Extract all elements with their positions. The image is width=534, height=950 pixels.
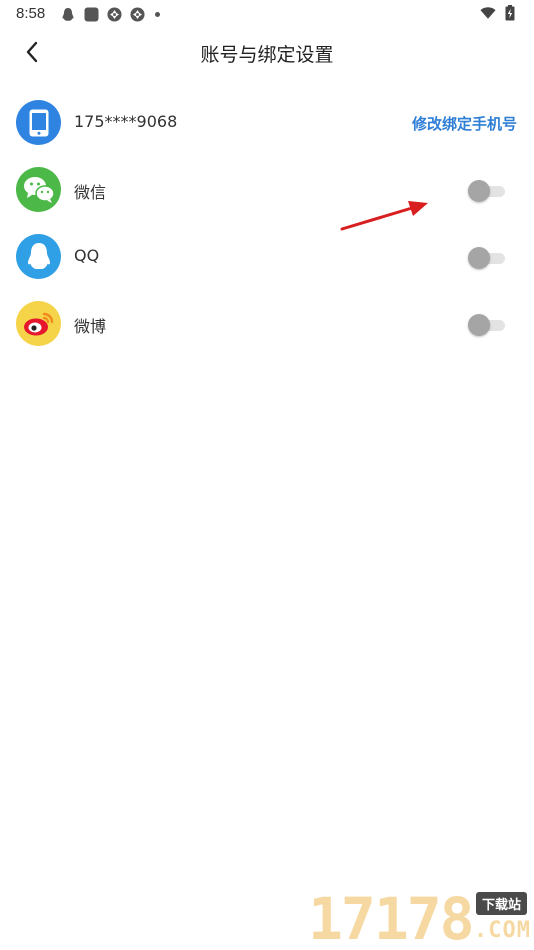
phone-number: 175****9068 [74, 112, 178, 131]
weibo-icon [23, 312, 53, 335]
watermark-suffix: .COM [474, 918, 531, 943]
binding-row-qq: QQ [0, 224, 534, 291]
wifi-icon [480, 5, 496, 21]
status-bar: 8:58 [0, 0, 534, 28]
status-icons-left [60, 6, 160, 22]
toggle-thumb [468, 180, 490, 202]
qq-penguin-icon [60, 6, 76, 22]
weibo-avatar [16, 301, 61, 346]
qq-label: QQ [74, 246, 100, 265]
toggle-thumb [468, 247, 490, 269]
page-title: 账号与绑定设置 [200, 44, 334, 66]
binding-row-wechat: 微信 [0, 157, 534, 224]
screen: 8:58 账号与绑定设置 175****9068 修改绑定手机号 微信 QQ 微… [0, 0, 534, 950]
square-app-icon [83, 6, 99, 22]
qq-toggle[interactable] [468, 247, 506, 269]
toggle-thumb [468, 314, 490, 336]
wechat-icon [23, 176, 55, 203]
wechat-label: 微信 [74, 183, 107, 202]
aperture-icon [106, 6, 122, 22]
change-phone-link[interactable]: 修改绑定手机号 [412, 113, 517, 134]
annotation-arrow-icon [340, 201, 428, 231]
qq-icon [27, 242, 50, 269]
weibo-label: 微博 [74, 317, 107, 336]
binding-row-weibo: 微博 [0, 291, 534, 358]
site-watermark: 17178 下载站 .COM [308, 888, 530, 950]
aperture-icon [129, 6, 145, 22]
qq-avatar [16, 234, 61, 279]
watermark-digits: 17178 [308, 885, 475, 950]
phone-avatar [16, 100, 61, 145]
binding-list: 175****9068 修改绑定手机号 微信 QQ 微博 [0, 90, 534, 358]
watermark-tag: 下载站 [476, 892, 528, 915]
weibo-toggle[interactable] [468, 314, 506, 336]
binding-row-phone: 175****9068 修改绑定手机号 [0, 90, 534, 157]
wechat-avatar [16, 167, 61, 212]
status-icons-right [480, 5, 518, 21]
wechat-toggle[interactable] [468, 180, 506, 202]
notification-dot-icon [155, 11, 160, 17]
battery-charging-icon [502, 5, 518, 21]
phone-icon [29, 109, 48, 136]
status-time: 8:58 [16, 5, 46, 22]
app-header: 账号与绑定设置 [0, 28, 534, 76]
